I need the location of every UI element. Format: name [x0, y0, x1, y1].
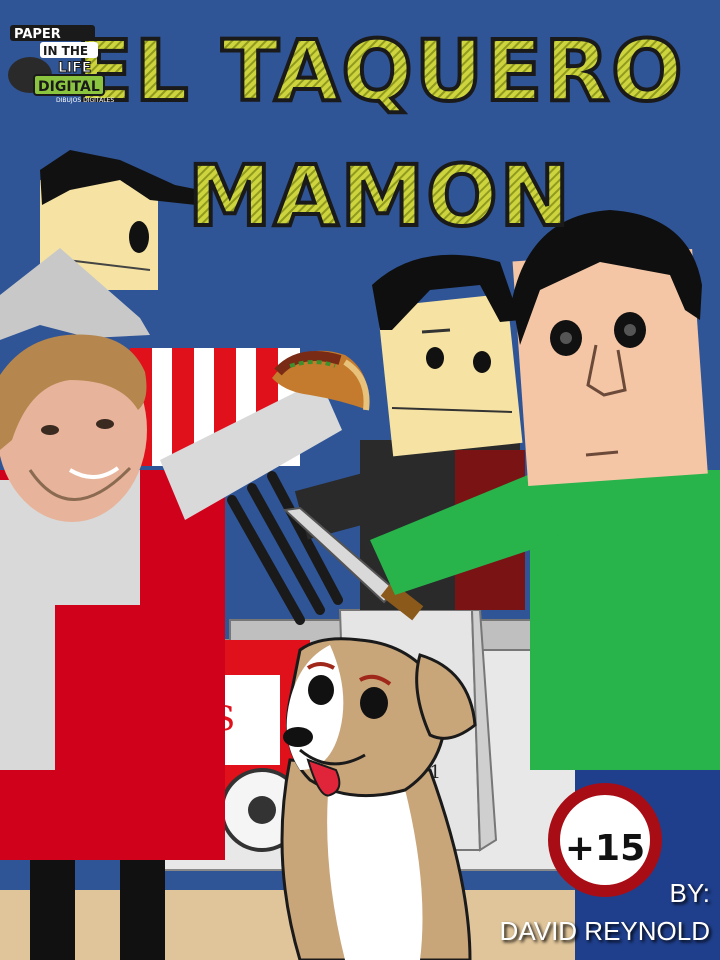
comic-cover: S $1: [0, 0, 720, 960]
logo-line-1: PAPER: [14, 27, 61, 42]
credit-author: DAVID REYNOLD: [499, 916, 710, 946]
title-line-1: EL TAQUERO: [75, 22, 684, 120]
title-line-2: MAMON: [188, 147, 572, 245]
credit-by-label: BY:: [669, 878, 710, 908]
logo-line-2: IN THE: [43, 44, 88, 58]
cover-art: S $1: [0, 0, 720, 960]
logo-tagline: DIBUJOS DIGITALES: [56, 97, 114, 104]
age-rating-badge: +15: [548, 783, 662, 897]
logo-line-3: LIFE: [58, 60, 91, 76]
logo-line-4: DIGITAL: [38, 79, 100, 95]
age-rating-text: +15: [565, 828, 645, 869]
